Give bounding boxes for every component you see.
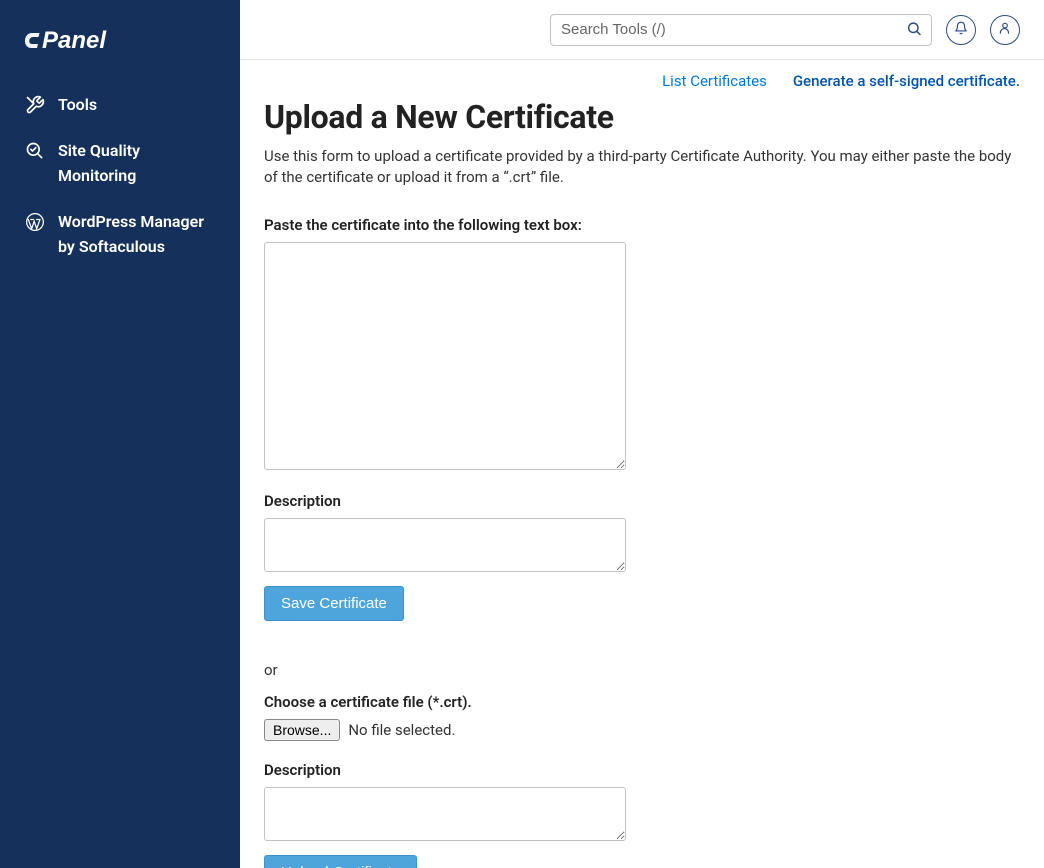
cpanel-logo[interactable]: Panel [0, 20, 240, 82]
description-label: Description [264, 492, 1020, 510]
file-input-row: Browse... No file selected. [264, 719, 1020, 741]
sidebar-item-tools[interactable]: Tools [0, 82, 240, 128]
magnifier-icon [24, 140, 46, 162]
search-button[interactable] [902, 16, 926, 43]
link-generate-self-signed[interactable]: Generate a self-signed certificate. [793, 72, 1020, 90]
description2-label: Description [264, 761, 1020, 779]
save-certificate-button[interactable]: Save Certificate [264, 586, 404, 621]
user-menu-button[interactable] [990, 15, 1020, 45]
sidebar-item-label: WordPress Manager by Softaculous [58, 209, 216, 260]
top-links: List Certificates Generate a self-signed… [264, 72, 1020, 90]
svg-text:Panel: Panel [42, 27, 107, 54]
sidebar-nav: Tools Site Quality Monitoring [0, 82, 240, 270]
upload-certificate-button[interactable]: Upload Certificate [264, 855, 417, 868]
sidebar-item-label: Site Quality Monitoring [58, 138, 216, 189]
file-status-text: No file selected. [348, 721, 455, 739]
choose-file-label: Choose a certificate file (*.crt). [264, 693, 1020, 711]
sidebar-item-wordpress-manager[interactable]: WordPress Manager by Softaculous [0, 199, 240, 270]
tools-icon [24, 94, 46, 116]
search-icon [906, 20, 922, 39]
sidebar-item-label: Tools [58, 92, 216, 118]
browse-button[interactable]: Browse... [264, 719, 340, 741]
page-description: Use this form to upload a certificate pr… [264, 146, 1020, 188]
sidebar: Panel Tools [0, 0, 240, 868]
search-wrap [550, 14, 932, 46]
or-separator: or [264, 661, 1020, 679]
main-content: List Certificates Generate a self-signed… [240, 60, 1044, 868]
description2-textarea[interactable] [264, 787, 626, 841]
wordpress-icon [24, 211, 46, 233]
sidebar-item-site-quality[interactable]: Site Quality Monitoring [0, 128, 240, 199]
paste-certificate-label: Paste the certificate into the following… [264, 216, 1020, 234]
bell-icon [954, 21, 968, 39]
search-input[interactable] [550, 14, 932, 46]
user-icon [998, 21, 1012, 39]
notifications-button[interactable] [946, 15, 976, 45]
page-title: Upload a New Certificate [264, 98, 1020, 136]
link-list-certificates[interactable]: List Certificates [662, 72, 767, 90]
header [240, 0, 1044, 60]
certificate-textarea[interactable] [264, 242, 626, 470]
description-textarea[interactable] [264, 518, 626, 572]
